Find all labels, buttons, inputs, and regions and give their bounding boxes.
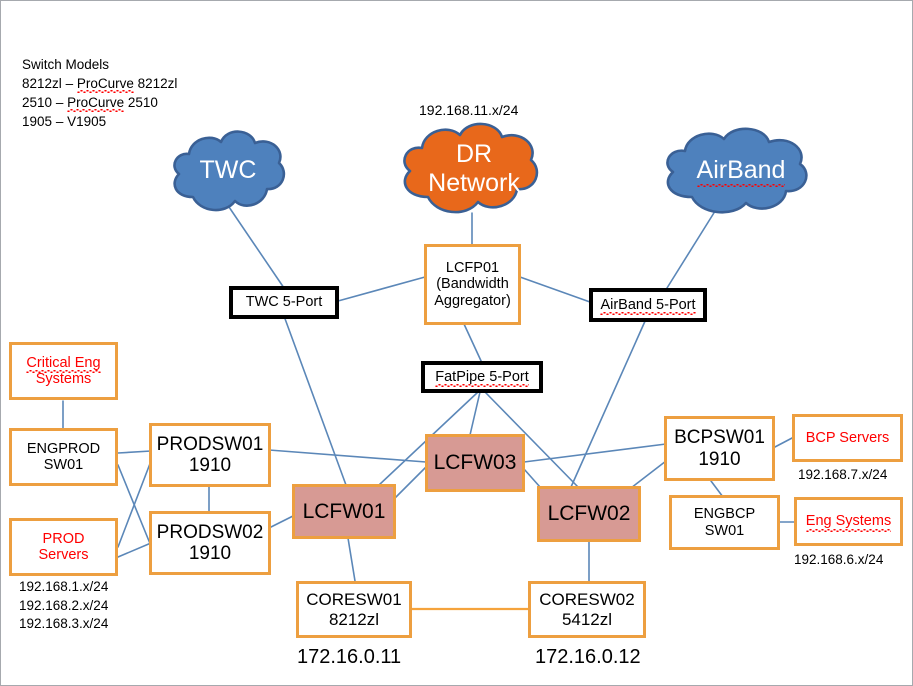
node-bcp-servers[interactable]: BCP Servers	[792, 414, 903, 462]
legend-title: Switch Models	[22, 57, 110, 72]
network-diagram-canvas: Switch Models 8212zl – ProCurve 8212zl 2…	[0, 0, 913, 686]
link-prodsw02-to-lcfw01	[268, 515, 294, 529]
node-fatpipe-5port[interactable]: FatPipe 5-Port	[421, 361, 543, 393]
node-eng-systems-label: Eng Systems	[805, 513, 892, 532]
node-lcfw01[interactable]: LCFW01	[292, 484, 396, 539]
node-bcpsw01-line1: BCPSW01	[674, 427, 765, 449]
link-airband-5port-to-lcfw02	[570, 318, 647, 488]
node-fatpipe-5port-label: FatPipe 5-Port	[435, 368, 529, 388]
node-prodsw02[interactable]: PRODSW02 1910	[149, 511, 271, 575]
node-coresw02-line1: CORESW02	[539, 590, 635, 610]
caption-eng-subnet: 192.168.6.x/24	[794, 552, 884, 567]
link-lcfw01-to-coresw01	[347, 537, 356, 582]
link-lcfp01-to-fatpipe	[463, 323, 483, 364]
cloud-airband[interactable]: AirBand	[656, 123, 826, 215]
node-coresw02-line2: 5412zl	[561, 609, 613, 629]
node-lcfw01-label: LCFW01	[302, 499, 386, 523]
node-prodsw01-line1: PRODSW01	[156, 433, 264, 455]
node-engprod-line2: SW01	[43, 457, 84, 473]
link-twc-cloud-to-twc-5port	[228, 206, 285, 289]
link-lcfw01-to-lcfw03	[394, 466, 427, 499]
caption-coresw01-ip: 172.16.0.11	[297, 646, 402, 668]
legend-1905-model: 1905	[22, 114, 53, 130]
node-prodsw01-line2: 1910	[188, 455, 232, 476]
link-bcpsw01-to-bcp-servers	[772, 436, 795, 449]
link-lcfw03-to-bcpsw01	[523, 443, 667, 463]
link-prod-servers-to-prodsw01	[117, 460, 152, 548]
node-lcfp01[interactable]: LCFP01 (Bandwidth Aggregator)	[424, 244, 521, 325]
node-critical-eng-line2: Systems	[35, 371, 92, 387]
node-critical-eng-line1: Critical Eng	[26, 354, 101, 374]
legend-2510-model: 2510	[22, 95, 53, 111]
node-prodsw02-line2: 1910	[188, 543, 232, 564]
node-engbcp-line1: ENGBCP	[693, 506, 756, 523]
link-prodsw01-to-lcfw03	[268, 449, 427, 463]
node-prod-servers[interactable]: PROD Servers	[9, 518, 118, 576]
node-airband-5port-label: AirBand 5-Port	[600, 296, 696, 316]
node-coresw01-line2: 8212zl	[328, 609, 380, 629]
node-engbcp-sw01[interactable]: ENGBCP SW01	[669, 495, 780, 550]
node-lcfw02-label: LCFW02	[547, 502, 631, 526]
node-bcp-servers-label: BCP Servers	[805, 429, 890, 446]
node-engprod-sw01[interactable]: ENGPROD SW01	[9, 428, 118, 486]
cloud-twc[interactable]: TWC	[167, 125, 289, 215]
node-prodsw01[interactable]: PRODSW01 1910	[149, 423, 271, 487]
node-critical-eng-systems[interactable]: Critical Eng Systems	[9, 342, 118, 400]
legend-1905-brand: V1905	[67, 114, 107, 130]
node-coresw02[interactable]: CORESW02 5412zl	[528, 581, 646, 638]
legend-8212zl-suffix: 8212zl	[133, 76, 178, 92]
node-lcfp01-line2: (Bandwidth	[436, 276, 509, 293]
node-engbcp-line2: SW01	[704, 522, 745, 539]
link-engprod-to-prodsw01	[117, 450, 152, 454]
node-coresw01[interactable]: CORESW01 8212zl	[296, 581, 412, 638]
legend-line-8212zl: 8212zl – ProCurve 8212zl	[22, 74, 178, 94]
node-lcfw03-label: LCFW03	[433, 451, 517, 475]
node-coresw01-line1: CORESW01	[306, 590, 402, 610]
legend-line-1905: 1905 – V1905	[22, 112, 177, 131]
link-airband-cloud-to-5port	[666, 207, 718, 289]
link-prod-servers-to-prodsw02	[117, 542, 152, 558]
legend-2510-brand: ProCurve	[67, 93, 125, 113]
node-eng-systems[interactable]: Eng Systems	[794, 497, 903, 546]
caption-dr-network-subnet: 192.168.11.x/24	[419, 102, 519, 118]
cloud-dr-network[interactable]: DR Network	[394, 118, 554, 216]
switch-models-legend: Switch Models 8212zl – ProCurve 8212zl 2…	[22, 55, 177, 132]
link-twc-5port-to-lcfw01	[283, 315, 347, 486]
node-lcfp01-line3: Aggregator)	[434, 292, 511, 309]
node-engprod-line1: ENGPROD	[26, 440, 101, 457]
node-twc-5port[interactable]: TWC 5-Port	[229, 286, 339, 319]
node-bcpsw01[interactable]: BCPSW01 1910	[664, 416, 775, 481]
caption-left-subnets: 192.168.1.x/24 192.168.2.x/24 192.168.3.…	[19, 579, 109, 632]
link-fatpipe-to-lcfw03	[469, 391, 481, 436]
node-airband-5port[interactable]: AirBand 5-Port	[589, 288, 707, 322]
node-lcfw03[interactable]: LCFW03	[425, 434, 525, 492]
node-prod-servers-line2: Servers	[38, 547, 89, 563]
link-engprod-to-prodsw02	[117, 464, 152, 547]
node-lcfw02[interactable]: LCFW02	[537, 486, 641, 542]
link-lcfw02-to-bcpsw01	[630, 460, 667, 489]
legend-8212zl-brand: ProCurve	[76, 74, 134, 94]
node-lcfp01-line1: LCFP01	[445, 260, 500, 277]
node-twc-5port-label: TWC 5-Port	[245, 294, 323, 311]
node-bcpsw01-line2: 1910	[698, 448, 741, 470]
node-prodsw02-line1: PRODSW02	[156, 521, 264, 543]
caption-bcp-subnet: 192.168.7.x/24	[798, 467, 888, 482]
legend-line-2510: 2510 – ProCurve 2510	[22, 93, 177, 113]
link-lcfp01-to-airband-5port	[519, 276, 591, 303]
legend-8212zl-model: 8212zl	[22, 76, 62, 92]
link-twc-5port-to-lcfp01	[337, 276, 426, 302]
node-prod-servers-line1: PROD	[42, 530, 85, 547]
legend-2510-suffix: 2510	[124, 95, 158, 111]
legend-8212zl-dash: –	[65, 76, 74, 92]
caption-coresw02-ip: 172.16.0.12	[535, 646, 641, 668]
